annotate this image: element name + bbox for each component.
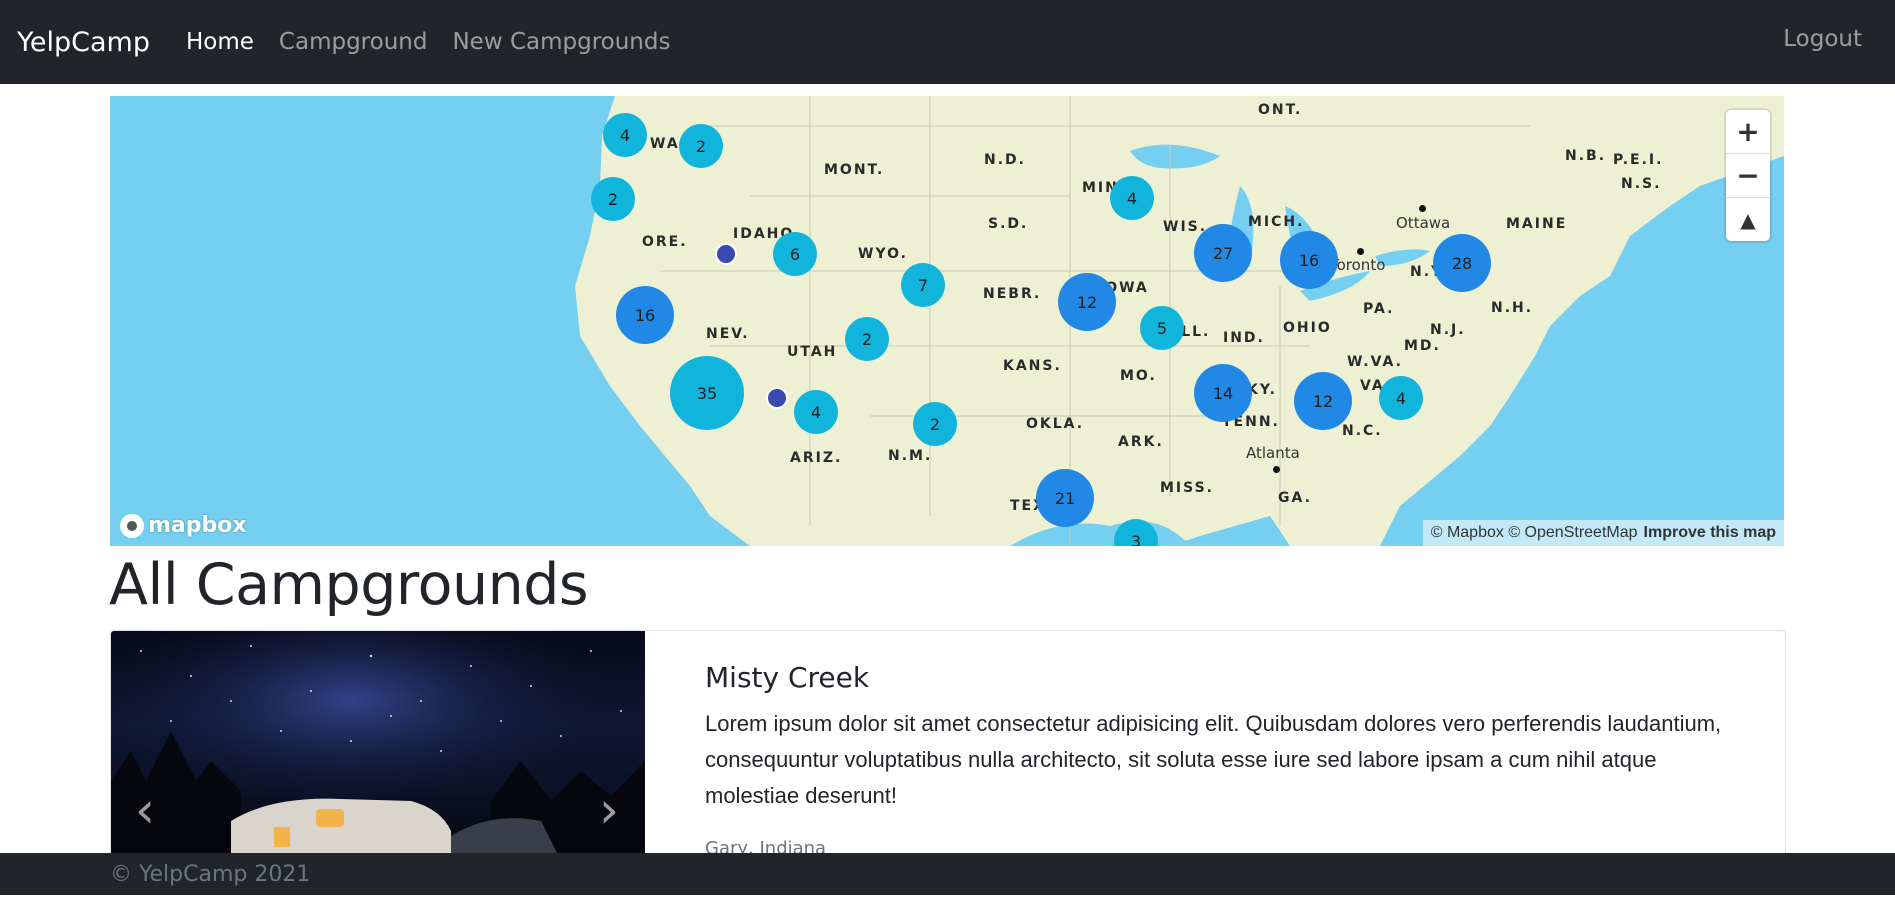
- footer: © YelpCamp 2021: [0, 853, 1895, 895]
- city-label-atlanta: Atlanta: [1246, 444, 1300, 462]
- state-label: N.J.: [1430, 322, 1466, 338]
- state-label: ARK.: [1118, 434, 1164, 450]
- cluster-marker[interactable]: 28: [1433, 234, 1491, 292]
- logout-link[interactable]: Logout: [1783, 26, 1862, 52]
- navbar: YelpCamp Home Campground New Campgrounds…: [0, 0, 1895, 84]
- cluster-marker[interactable]: 4: [794, 390, 838, 434]
- campground-image: [111, 631, 645, 861]
- state-label: NEBR.: [983, 286, 1042, 302]
- city-dot: [1273, 466, 1280, 473]
- cluster-marker[interactable]: 16: [1280, 231, 1338, 289]
- state-label: ONT.: [1258, 102, 1303, 118]
- cluster-marker[interactable]: 2: [591, 177, 635, 221]
- state-label: S.D.: [988, 216, 1029, 232]
- state-label: MISS.: [1160, 480, 1214, 496]
- state-label: MONT.: [824, 162, 885, 178]
- improve-map-link[interactable]: Improve this map: [1644, 524, 1776, 541]
- state-label: NEV.: [706, 326, 750, 342]
- state-label: GA.: [1278, 490, 1312, 506]
- attribution-text[interactable]: © Mapbox © OpenStreetMap: [1431, 524, 1638, 541]
- cluster-marker[interactable]: 2: [845, 317, 889, 361]
- campground-description: Lorem ipsum dolor sit amet consectetur a…: [705, 711, 1722, 808]
- cluster-marker[interactable]: 4: [1110, 176, 1154, 220]
- zoom-in-button[interactable]: +: [1726, 110, 1770, 154]
- nav-link-campground[interactable]: Campground: [279, 29, 428, 55]
- state-label: W.VA.: [1347, 354, 1403, 370]
- nav-link-home[interactable]: Home: [186, 29, 254, 55]
- state-label: MD.: [1404, 338, 1441, 354]
- state-label: ARIZ.: [790, 450, 843, 466]
- cluster-marker[interactable]: 12: [1294, 372, 1352, 430]
- cluster-map[interactable]: WASH. ORE. IDAHO MONT. WYO. N.D. S.D. NE…: [110, 96, 1784, 546]
- state-label: N.S.: [1621, 176, 1662, 192]
- state-label: MO.: [1120, 368, 1157, 384]
- city-label-toronto: Toronto: [1330, 256, 1386, 274]
- card-body: Misty Creek Lorem ipsum dolor sit amet c…: [705, 661, 1745, 861]
- image-carousel: ‹ ›: [111, 631, 645, 861]
- cluster-marker[interactable]: 2: [679, 124, 723, 168]
- campground-pin[interactable]: [715, 243, 737, 265]
- cluster-marker[interactable]: 5: [1140, 306, 1184, 350]
- carousel-next-button[interactable]: ›: [599, 781, 619, 839]
- mapbox-logo-text: mapbox: [148, 513, 247, 538]
- state-label: PA.: [1363, 301, 1395, 317]
- map-navigation-control: + − ▲: [1726, 110, 1770, 241]
- mapbox-logo[interactable]: mapbox: [120, 513, 247, 538]
- state-label: UTAH: [787, 344, 838, 360]
- compass-button[interactable]: ▲: [1726, 198, 1770, 241]
- state-label: N.H.: [1491, 300, 1534, 316]
- map-attribution: © Mapbox © OpenStreetMap Improve this map: [1422, 520, 1784, 546]
- state-label: WYO.: [858, 246, 908, 262]
- state-label: KANS.: [1003, 358, 1062, 374]
- page-title: All Campgrounds: [109, 552, 589, 618]
- campground-title: Misty Creek: [705, 661, 870, 694]
- campground-card: ‹ › Misty Creek Lorem ipsum dolor sit am…: [110, 630, 1786, 862]
- cluster-marker[interactable]: 4: [603, 113, 647, 157]
- cluster-marker[interactable]: 35: [670, 356, 744, 430]
- state-label: OHIO: [1283, 320, 1332, 336]
- nav-link-new-campgrounds[interactable]: New Campgrounds: [452, 29, 670, 55]
- state-label: N.C.: [1342, 423, 1383, 439]
- cluster-marker[interactable]: 2: [913, 402, 957, 446]
- state-label: N.B.: [1565, 148, 1607, 164]
- cluster-marker[interactable]: 4: [1379, 376, 1423, 420]
- brand-logo[interactable]: YelpCamp: [17, 27, 150, 58]
- state-label: IND.: [1223, 330, 1265, 346]
- cluster-marker[interactable]: 14: [1194, 364, 1252, 422]
- footer-copyright: © YelpCamp 2021: [110, 862, 311, 887]
- state-label: N.M.: [888, 448, 933, 464]
- cluster-marker[interactable]: 6: [773, 232, 817, 276]
- state-label: OKLA.: [1026, 416, 1085, 432]
- city-dot: [1419, 205, 1426, 212]
- map-base: [575, 96, 1784, 546]
- city-label-ottawa: Ottawa: [1396, 214, 1451, 232]
- cluster-marker[interactable]: 21: [1036, 469, 1094, 527]
- state-label: MICH.: [1248, 214, 1305, 230]
- carousel-prev-button[interactable]: ‹: [135, 781, 155, 839]
- state-label: MAINE: [1506, 216, 1568, 232]
- campground-pin[interactable]: [766, 387, 788, 409]
- city-dot: [1357, 248, 1364, 255]
- cluster-marker[interactable]: 7: [901, 263, 945, 307]
- cluster-marker[interactable]: 12: [1058, 273, 1116, 331]
- zoom-out-button[interactable]: −: [1726, 154, 1770, 198]
- state-label: ORE.: [642, 234, 688, 250]
- cluster-marker[interactable]: 16: [616, 286, 674, 344]
- cluster-marker[interactable]: 27: [1194, 224, 1252, 282]
- mapbox-icon: [120, 513, 144, 538]
- state-label: N.D.: [984, 152, 1026, 168]
- state-label: P.E.I.: [1613, 152, 1664, 168]
